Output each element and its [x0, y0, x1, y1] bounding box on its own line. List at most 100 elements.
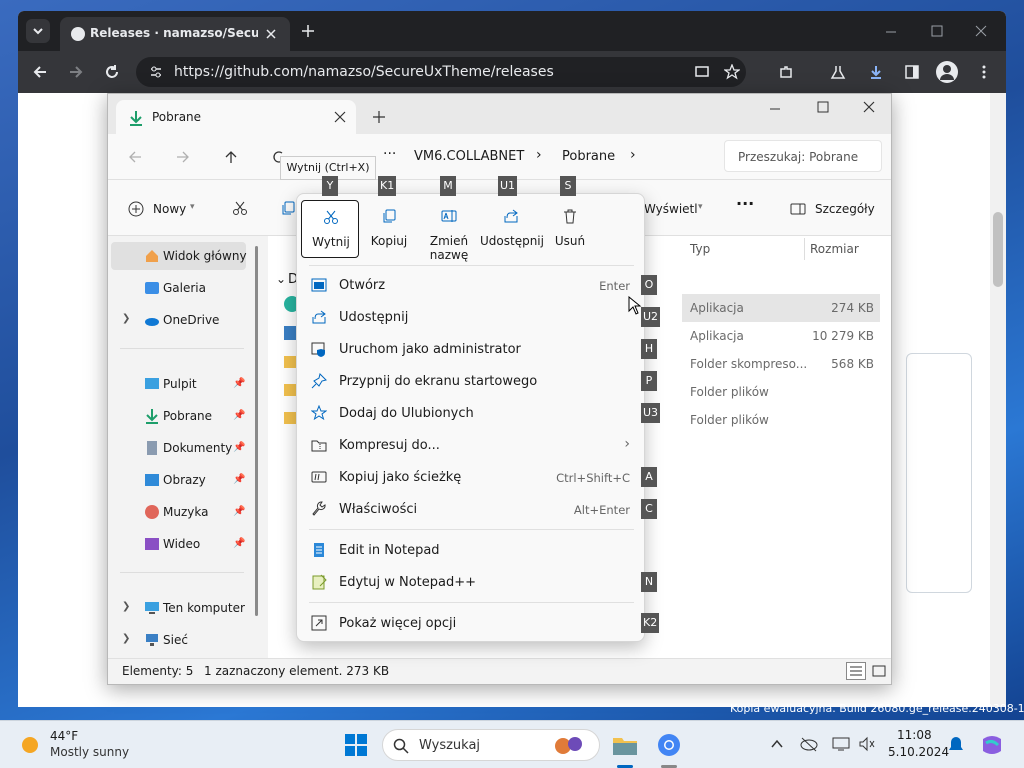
- file-row[interactable]: Aplikacja 10 279 KB: [682, 322, 880, 350]
- clock-date[interactable]: 5.10.2024: [888, 745, 949, 759]
- forward-icon[interactable]: [68, 64, 84, 80]
- nav-item-desktop[interactable]: Pulpit 📌: [111, 370, 246, 398]
- nav-item-this-pc[interactable]: ❯ Ten komputer: [111, 594, 246, 622]
- menu-item-edit-notepadpp[interactable]: Edytuj w Notepad++: [301, 567, 642, 597]
- menu-item-add-to-favorites[interactable]: Dodaj do Ulubionych: [301, 398, 642, 428]
- onedrive-offline-icon[interactable]: [800, 736, 818, 752]
- up-arrow-icon[interactable]: [223, 149, 239, 165]
- weather-widget[interactable]: 44°F Mostly sunny: [16, 727, 136, 763]
- chrome-taskbar-icon[interactable]: [657, 733, 681, 757]
- quick-action-cut[interactable]: Wytnij: [301, 200, 359, 258]
- tab-search-button[interactable]: [26, 19, 50, 43]
- new-tab-icon[interactable]: [372, 110, 386, 124]
- nav-scrollbar[interactable]: [255, 246, 258, 616]
- folder-icon[interactable]: [284, 384, 296, 396]
- extensions-icon[interactable]: [778, 64, 794, 80]
- breadcrumb-overflow[interactable]: ···: [383, 146, 396, 162]
- nav-item-music[interactable]: Muzyka 📌: [111, 498, 246, 526]
- view-button[interactable]: Wyświetl ▾: [638, 196, 718, 222]
- nav-item-video[interactable]: Wideo 📌: [111, 530, 246, 558]
- bookmark-star-icon[interactable]: [724, 64, 740, 80]
- chevron-right-icon[interactable]: ❯: [122, 601, 130, 612]
- menu-item-edit-in-notepad[interactable]: Edit in Notepad: [301, 535, 642, 565]
- menu-item-share[interactable]: Udostępnij: [301, 302, 642, 332]
- menu-kebab-icon[interactable]: [976, 64, 992, 80]
- new-tab-icon[interactable]: [300, 23, 316, 39]
- breadcrumb-item-vm[interactable]: VM6.COLLABNET: [414, 149, 524, 164]
- copilot-icon[interactable]: [980, 733, 1004, 757]
- file-row[interactable]: Aplikacja 274 KB: [682, 294, 880, 322]
- menu-item-compress[interactable]: Kompresuj do... ›: [301, 430, 642, 460]
- breadcrumb-item-pobrane[interactable]: Pobrane: [562, 149, 615, 164]
- back-icon[interactable]: [32, 64, 48, 80]
- back-icon[interactable]: [127, 149, 143, 165]
- browser-tab-active[interactable]: Releases · namazso/SecureUxT: [60, 17, 290, 51]
- chevron-right-icon[interactable]: ❯: [122, 633, 130, 644]
- maximize-icon[interactable]: [930, 24, 944, 38]
- clock-time[interactable]: 11:08: [897, 728, 932, 742]
- chevron-right-icon[interactable]: ❯: [122, 313, 130, 324]
- cut-icon[interactable]: [232, 200, 248, 216]
- close-window-icon[interactable]: [974, 24, 988, 38]
- chevron-up-icon[interactable]: [770, 737, 784, 751]
- side-panel-icon[interactable]: [904, 64, 920, 80]
- column-header-type[interactable]: Typ: [690, 242, 710, 256]
- explorer-search-box[interactable]: Przeszukaj: Pobrane: [724, 140, 882, 172]
- menu-item-show-more-options[interactable]: Pokaż więcej opcji: [301, 608, 642, 638]
- file-row[interactable]: Folder plików: [682, 406, 880, 434]
- close-icon[interactable]: [334, 111, 346, 123]
- pin-icon[interactable]: 📌: [233, 410, 245, 421]
- pin-icon[interactable]: 📌: [233, 378, 245, 389]
- nav-item-downloads[interactable]: Pobrane 📌: [111, 402, 246, 430]
- nav-item-onedrive[interactable]: ❯ OneDrive: [111, 306, 246, 334]
- copy-icon[interactable]: [280, 200, 296, 216]
- site-info-icon[interactable]: [148, 64, 164, 80]
- folder-icon[interactable]: [284, 356, 296, 368]
- pin-icon[interactable]: 📌: [233, 538, 245, 549]
- page-scrollbar-thumb[interactable]: [993, 212, 1003, 287]
- details-pane-button[interactable]: Szczegóły: [788, 196, 878, 222]
- details-view-toggle[interactable]: [846, 662, 866, 680]
- labs-icon[interactable]: [830, 64, 846, 80]
- pin-icon[interactable]: 📌: [233, 474, 245, 485]
- address-bar[interactable]: https://github.com/namazso/SecureUxTheme…: [136, 57, 746, 87]
- group-chevron-icon[interactable]: ⌄: [276, 272, 286, 286]
- menu-item-open[interactable]: Otwórz Enter: [301, 270, 642, 300]
- download-icon[interactable]: [868, 64, 884, 80]
- close-window-icon[interactable]: [862, 100, 876, 114]
- nav-item-home[interactable]: Widok główny: [111, 242, 247, 270]
- quick-action-share[interactable]: Udostępnij: [480, 200, 544, 258]
- quick-action-rename[interactable]: Zmień nazwę: [420, 200, 478, 262]
- quick-action-delete[interactable]: Usuń: [541, 200, 599, 258]
- install-app-icon[interactable]: [694, 64, 710, 80]
- explorer-tab[interactable]: Pobrane: [116, 100, 356, 134]
- file-explorer-taskbar-icon[interactable]: [612, 733, 638, 757]
- network-icon[interactable]: [832, 736, 850, 752]
- new-button[interactable]: Nowy ▾: [122, 196, 202, 222]
- taskbar-search[interactable]: Wyszukaj: [382, 729, 600, 761]
- quick-action-copy[interactable]: Kopiuj: [360, 200, 418, 258]
- folder-icon[interactable]: [284, 412, 296, 424]
- more-options-button[interactable]: ···: [736, 194, 754, 213]
- page-scrollbar[interactable]: [990, 93, 1006, 707]
- forward-icon[interactable]: [175, 149, 191, 165]
- pin-icon[interactable]: 📌: [233, 442, 245, 453]
- nav-item-gallery[interactable]: Galeria: [111, 274, 246, 302]
- minimize-icon[interactable]: [884, 25, 898, 39]
- file-row[interactable]: Folder plików: [682, 378, 880, 406]
- file-row[interactable]: Folder skompreso... 568 KB: [682, 350, 880, 378]
- menu-item-pin-to-start[interactable]: Przypnij do ekranu startowego: [301, 366, 642, 396]
- column-header-size[interactable]: Rozmiar: [810, 242, 859, 256]
- menu-item-copy-as-path[interactable]: Kopiuj jako ścieżkę Ctrl+Shift+C: [301, 462, 642, 492]
- reload-icon[interactable]: [104, 64, 120, 80]
- tiles-view-toggle[interactable]: [870, 662, 888, 680]
- minimize-icon[interactable]: [768, 102, 782, 116]
- profile-avatar[interactable]: [936, 61, 958, 83]
- menu-item-properties[interactable]: Właściwości Alt+Enter: [301, 494, 642, 524]
- nav-item-pictures[interactable]: Obrazy 📌: [111, 466, 246, 494]
- file-icon[interactable]: [284, 326, 296, 340]
- notification-bell-icon[interactable]: [948, 736, 964, 754]
- nav-item-network[interactable]: ❯ Sieć: [111, 626, 246, 654]
- volume-muted-icon[interactable]: [858, 736, 876, 752]
- maximize-icon[interactable]: [816, 100, 830, 114]
